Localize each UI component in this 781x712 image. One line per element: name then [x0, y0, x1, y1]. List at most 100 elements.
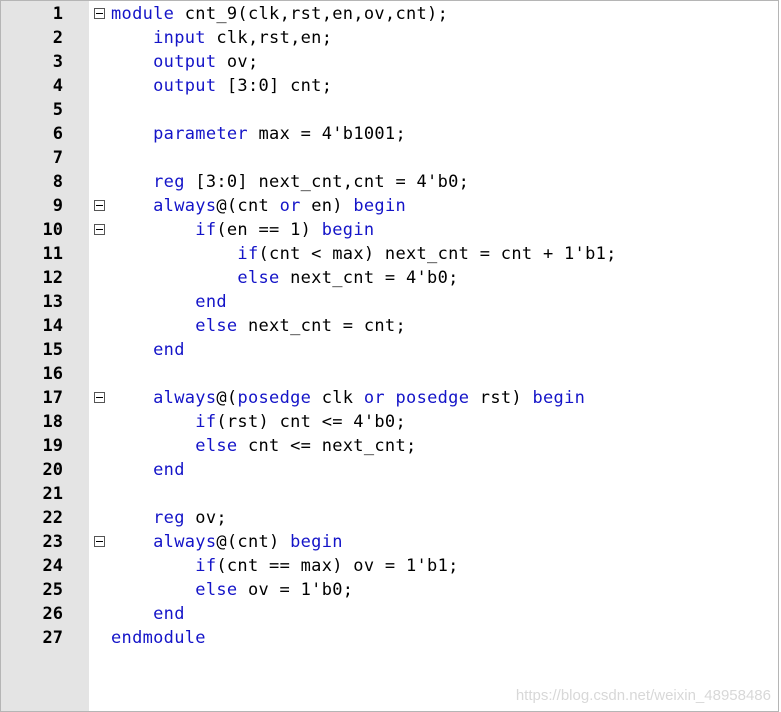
code-line[interactable]: 16 — [1, 362, 780, 386]
code-token: (cnt < max) next_cnt = cnt + 1'b1; — [258, 244, 617, 264]
code-text: else cnt <= next_cnt; — [111, 434, 417, 458]
line-number: 12 — [42, 268, 63, 288]
line-number: 14 — [42, 316, 63, 336]
code-token: cnt <= next_cnt; — [237, 436, 417, 456]
code-line[interactable]: 1 module cnt_9(clk,rst,en,ov,cnt); — [1, 2, 780, 26]
code-token: en) — [300, 196, 354, 216]
code-token: (rst) cnt <= 4'b0; — [216, 412, 406, 432]
code-line[interactable]: 27 endmodule — [1, 626, 780, 650]
code-line[interactable]: 13 end — [1, 290, 780, 314]
keyword-token: else — [195, 316, 238, 336]
fold-collapse-icon[interactable] — [94, 392, 105, 403]
keyword-token: input — [153, 28, 206, 48]
code-token: max = 4'b1001; — [247, 124, 406, 144]
keyword-token: output — [153, 76, 217, 96]
keyword-token: end — [195, 292, 227, 312]
code-line[interactable]: 20 end — [1, 458, 780, 482]
code-token: @( — [216, 388, 238, 408]
code-token: rst) — [469, 388, 533, 408]
keyword-token: endmodule — [111, 628, 206, 648]
keyword-token: always — [153, 532, 217, 552]
code-text: else next_cnt = 4'b0; — [111, 266, 459, 290]
code-text: else next_cnt = cnt; — [111, 314, 406, 338]
code-line[interactable]: 24 if(cnt == max) ov = 1'b1; — [1, 554, 780, 578]
code-text: always@(cnt or en) begin — [111, 194, 406, 218]
code-line[interactable]: 26 end — [1, 602, 780, 626]
line-number: 26 — [42, 604, 63, 624]
code-token: clk — [311, 388, 364, 408]
code-token: ov; — [184, 508, 227, 528]
code-line[interactable]: 14 else next_cnt = cnt; — [1, 314, 780, 338]
line-number: 18 — [42, 412, 63, 432]
code-line[interactable]: 6 parameter max = 4'b1001; — [1, 122, 780, 146]
code-token: next_cnt = 4'b0; — [279, 268, 459, 288]
code-line[interactable]: 10 if(en == 1) begin — [1, 218, 780, 242]
code-line[interactable]: 15 end — [1, 338, 780, 362]
code-text: if(en == 1) begin — [111, 218, 374, 242]
line-number: 13 — [42, 292, 63, 312]
code-line[interactable]: 8 reg [3:0] next_cnt,cnt = 4'b0; — [1, 170, 780, 194]
code-text: end — [111, 458, 185, 482]
code-text: output ov; — [111, 50, 259, 74]
code-token: next_cnt = cnt; — [237, 316, 406, 336]
keyword-token: posedge — [237, 388, 312, 408]
line-number: 5 — [52, 100, 63, 120]
fold-collapse-icon[interactable] — [94, 8, 105, 19]
keyword-token: module — [111, 4, 175, 24]
code-line[interactable]: 3 output ov; — [1, 50, 780, 74]
code-line[interactable]: 11 if(cnt < max) next_cnt = cnt + 1'b1; — [1, 242, 780, 266]
line-number: 2 — [52, 28, 63, 48]
code-line[interactable]: 9 always@(cnt or en) begin — [1, 194, 780, 218]
code-line[interactable]: 12 else next_cnt = 4'b0; — [1, 266, 780, 290]
keyword-token: always — [153, 388, 217, 408]
code-text: if(cnt < max) next_cnt = cnt + 1'b1; — [111, 242, 617, 266]
keyword-token: if — [195, 412, 217, 432]
code-token: @(cnt — [216, 196, 280, 216]
code-line[interactable]: 22 reg ov; — [1, 506, 780, 530]
fold-collapse-icon[interactable] — [94, 224, 105, 235]
code-line[interactable]: 21 — [1, 482, 780, 506]
line-number: 7 — [52, 148, 63, 168]
line-number: 11 — [42, 244, 63, 264]
keyword-token: output — [153, 52, 217, 72]
line-number: 25 — [42, 580, 63, 600]
keyword-token: begin — [290, 532, 343, 552]
code-text: module cnt_9(clk,rst,en,ov,cnt); — [111, 2, 448, 26]
code-line[interactable]: 2 input clk,rst,en; — [1, 26, 780, 50]
code-token: (en == 1) — [216, 220, 322, 240]
code-line[interactable]: 19 else cnt <= next_cnt; — [1, 434, 780, 458]
line-number: 23 — [42, 532, 63, 552]
code-text: end — [111, 602, 185, 626]
code-text: parameter max = 4'b1001; — [111, 122, 406, 146]
fold-collapse-icon[interactable] — [94, 536, 105, 547]
code-token: [3:0] cnt; — [216, 76, 333, 96]
code-editor[interactable]: 1 module cnt_9(clk,rst,en,ov,cnt); 2 input… — [0, 0, 779, 712]
line-number: 20 — [42, 460, 63, 480]
code-text: else ov = 1'b0; — [111, 578, 353, 602]
code-token: clk,rst,en; — [205, 28, 333, 48]
keyword-token: posedge — [395, 388, 470, 408]
code-text: endmodule — [111, 626, 206, 650]
keyword-token: else — [195, 436, 238, 456]
line-number: 24 — [42, 556, 63, 576]
code-token: ov = 1'b0; — [237, 580, 354, 600]
code-line[interactable]: 4 output [3:0] cnt; — [1, 74, 780, 98]
code-line[interactable]: 7 — [1, 146, 780, 170]
code-line[interactable]: 23 always@(cnt) begin — [1, 530, 780, 554]
code-line[interactable]: 17 always@(posedge clk or posedge rst) b… — [1, 386, 780, 410]
fold-collapse-icon[interactable] — [94, 200, 105, 211]
line-number: 15 — [42, 340, 63, 360]
keyword-token: end — [153, 340, 185, 360]
code-line[interactable]: 5 — [1, 98, 780, 122]
code-line[interactable]: 25 else ov = 1'b0; — [1, 578, 780, 602]
code-line[interactable]: 18 if(rst) cnt <= 4'b0; — [1, 410, 780, 434]
line-number: 8 — [52, 172, 63, 192]
code-text: if(rst) cnt <= 4'b0; — [111, 410, 406, 434]
